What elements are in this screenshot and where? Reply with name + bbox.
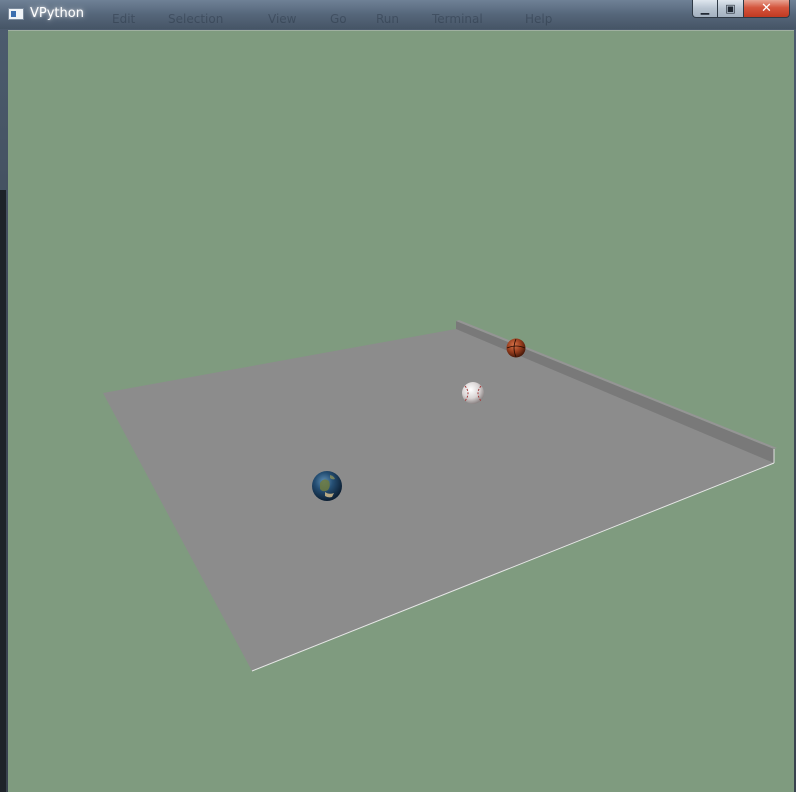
minimize-icon: ▁: [700, 2, 710, 15]
floor-plane: [103, 329, 774, 671]
minimize-button[interactable]: ▁: [692, 0, 718, 18]
window-edge-shadow: [0, 190, 6, 792]
ghost-menu-help: Help: [525, 12, 553, 26]
ghost-menu-view: View: [268, 12, 297, 26]
earth-sphere[interactable]: [312, 471, 342, 501]
ghost-menu-selection: Selection: [168, 12, 224, 26]
title-bar[interactable]: VPython Edit Selection View Go Run Termi…: [0, 0, 796, 29]
close-button[interactable]: ✕: [744, 0, 790, 18]
maximize-icon: ▣: [725, 2, 736, 15]
basketball-sphere[interactable]: [506, 338, 526, 358]
maximize-button[interactable]: ▣: [718, 0, 744, 18]
ghost-menu-edit: Edit: [112, 12, 136, 26]
baseball-sphere[interactable]: [462, 382, 484, 404]
ghost-menu-terminal: Terminal: [432, 12, 483, 26]
window-controls: ▁ ▣ ✕: [692, 0, 790, 20]
ghost-menu-run: Run: [376, 12, 400, 26]
window-title: VPython: [30, 6, 84, 21]
close-icon: ✕: [761, 1, 772, 16]
scene-svg[interactable]: [8, 31, 794, 792]
app-window-icon[interactable]: [8, 8, 24, 20]
ghost-menu-go: Go: [330, 12, 347, 26]
vpython-3d-canvas[interactable]: [8, 30, 794, 792]
vpython-window: VPython Edit Selection View Go Run Termi…: [0, 0, 796, 792]
